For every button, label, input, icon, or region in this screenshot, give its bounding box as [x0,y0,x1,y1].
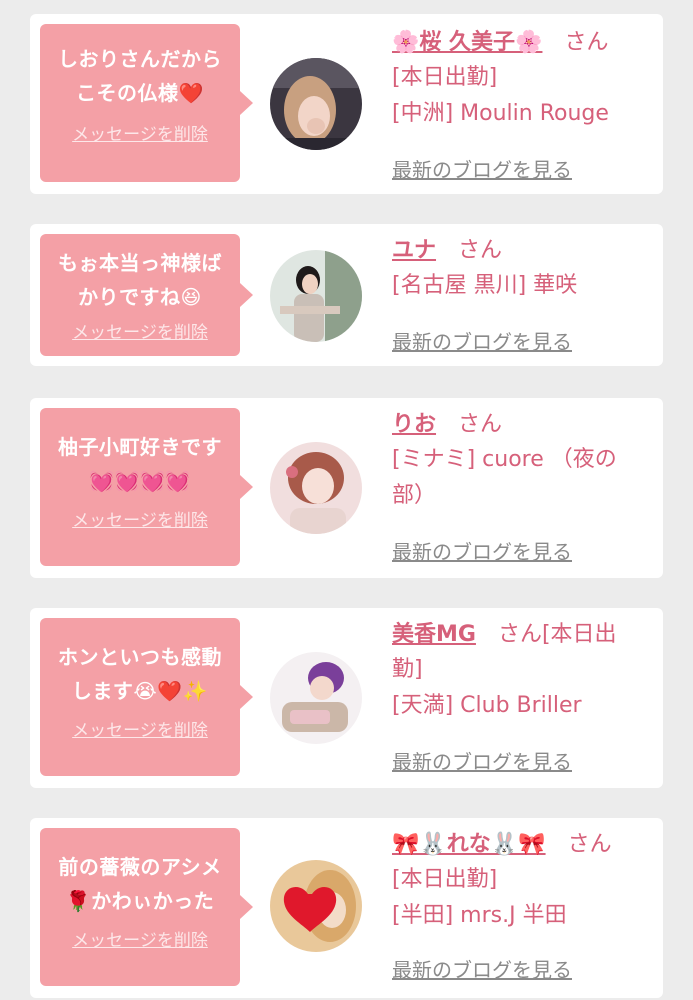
status-text: [本日出勤] [392,867,498,892]
avatar[interactable] [270,58,362,150]
message-text: もぉ本当っ神様ば かりですね😆 [58,251,222,309]
avatar[interactable] [270,860,362,952]
latest-blog-link[interactable]: 最新のブログを見る [392,746,572,775]
shop-text: [ミナミ] cuore （夜の 部） [392,447,617,508]
avatar-photo [270,860,362,952]
list-item: 前の薔薇のアシメ 🌹かわぃかった メッセージを削除 🎀🐰れな🐰🎀 さん [本日出勤]… [30,818,663,998]
name-row: 🌸桜 久美子🌸 さん [392,26,657,60]
avatar[interactable] [270,652,362,744]
message-text: 柚子小町好きです 💓💓💓💓 [58,435,222,493]
shop-text: [半田] mrs.J 半田 [392,903,567,928]
honorific: さん [564,30,609,55]
cast-name-link[interactable]: 美香MG [392,622,476,647]
name-row: 🎀🐰れな🐰🎀 さん [392,828,657,862]
cast-name-link[interactable]: ユナ [392,238,436,263]
status-text: [本日出勤] [392,65,498,90]
shop-text: [中洲] Moulin Rouge [392,101,609,126]
honorific-status: さん[本日出 [497,622,617,647]
list-item: もぉ本当っ神様ば かりですね😆 メッセージを削除 ユナ さん [名古屋 黒川] 華咲… [30,224,663,366]
message-text: ホンといつも感動 します😭❤️✨ [58,645,222,703]
honorific: さん [458,412,503,437]
avatar-photo [270,442,362,534]
message-list: しおりさんだから こその仏様❤️ メッセージを削除 🌸桜 久美子🌸 さん [本日出勤… [0,0,693,1000]
message-bubble: しおりさんだから こその仏様❤️ メッセージを削除 [40,24,253,182]
message-bubble: 前の薔薇のアシメ 🌹かわぃかった メッセージを削除 [40,828,253,986]
list-item: しおりさんだから こその仏様❤️ メッセージを削除 🌸桜 久美子🌸 さん [本日出勤… [30,14,663,194]
list-item: ホンといつも感動 します😭❤️✨ メッセージを削除 美香MG さん[本日出 勤] [… [30,608,663,788]
cast-name-link[interactable]: 🌸桜 久美子🌸 [392,30,542,55]
message-bubble: ホンといつも感動 します😭❤️✨ メッセージを削除 [40,618,253,776]
message-bubble: もぉ本当っ神様ば かりですね😆 メッセージを削除 [40,234,253,356]
cast-name-link[interactable]: 🎀🐰れな🐰🎀 [392,832,546,857]
delete-message-link[interactable]: メッセージを削除 [72,926,208,951]
status-text: 勤] [392,657,423,682]
honorific: さん [458,238,503,263]
delete-message-link[interactable]: メッセージを削除 [72,120,208,145]
latest-blog-link[interactable]: 最新のブログを見る [392,536,572,565]
honorific: さん [567,832,612,857]
list-item: 柚子小町好きです 💓💓💓💓 メッセージを削除 りお さん [ミナミ] cuore （… [30,398,663,578]
delete-message-link[interactable]: メッセージを削除 [72,318,208,343]
message-text: しおりさんだから こその仏様❤️ [58,47,222,105]
latest-blog-link[interactable]: 最新のブログを見る [392,154,572,183]
latest-blog-link[interactable]: 最新のブログを見る [392,326,572,355]
delete-message-link[interactable]: メッセージを削除 [72,506,208,531]
message-bubble: 柚子小町好きです 💓💓💓💓 メッセージを削除 [40,408,253,566]
avatar[interactable] [270,250,362,342]
name-row: りお さん [392,408,657,442]
delete-message-link[interactable]: メッセージを削除 [72,716,208,741]
avatar-photo [270,250,362,342]
avatar-photo [270,58,362,150]
name-row: 美香MG さん[本日出 [392,618,657,652]
avatar[interactable] [270,442,362,534]
shop-text: [名古屋 黒川] 華咲 [392,273,578,298]
shop-text: [天満] Club Briller [392,693,582,718]
message-text: 前の薔薇のアシメ 🌹かわぃかった [58,855,222,913]
latest-blog-link[interactable]: 最新のブログを見る [392,954,572,983]
name-row: ユナ さん [392,234,657,268]
avatar-photo [270,652,362,744]
cast-name-link[interactable]: りお [392,412,436,437]
